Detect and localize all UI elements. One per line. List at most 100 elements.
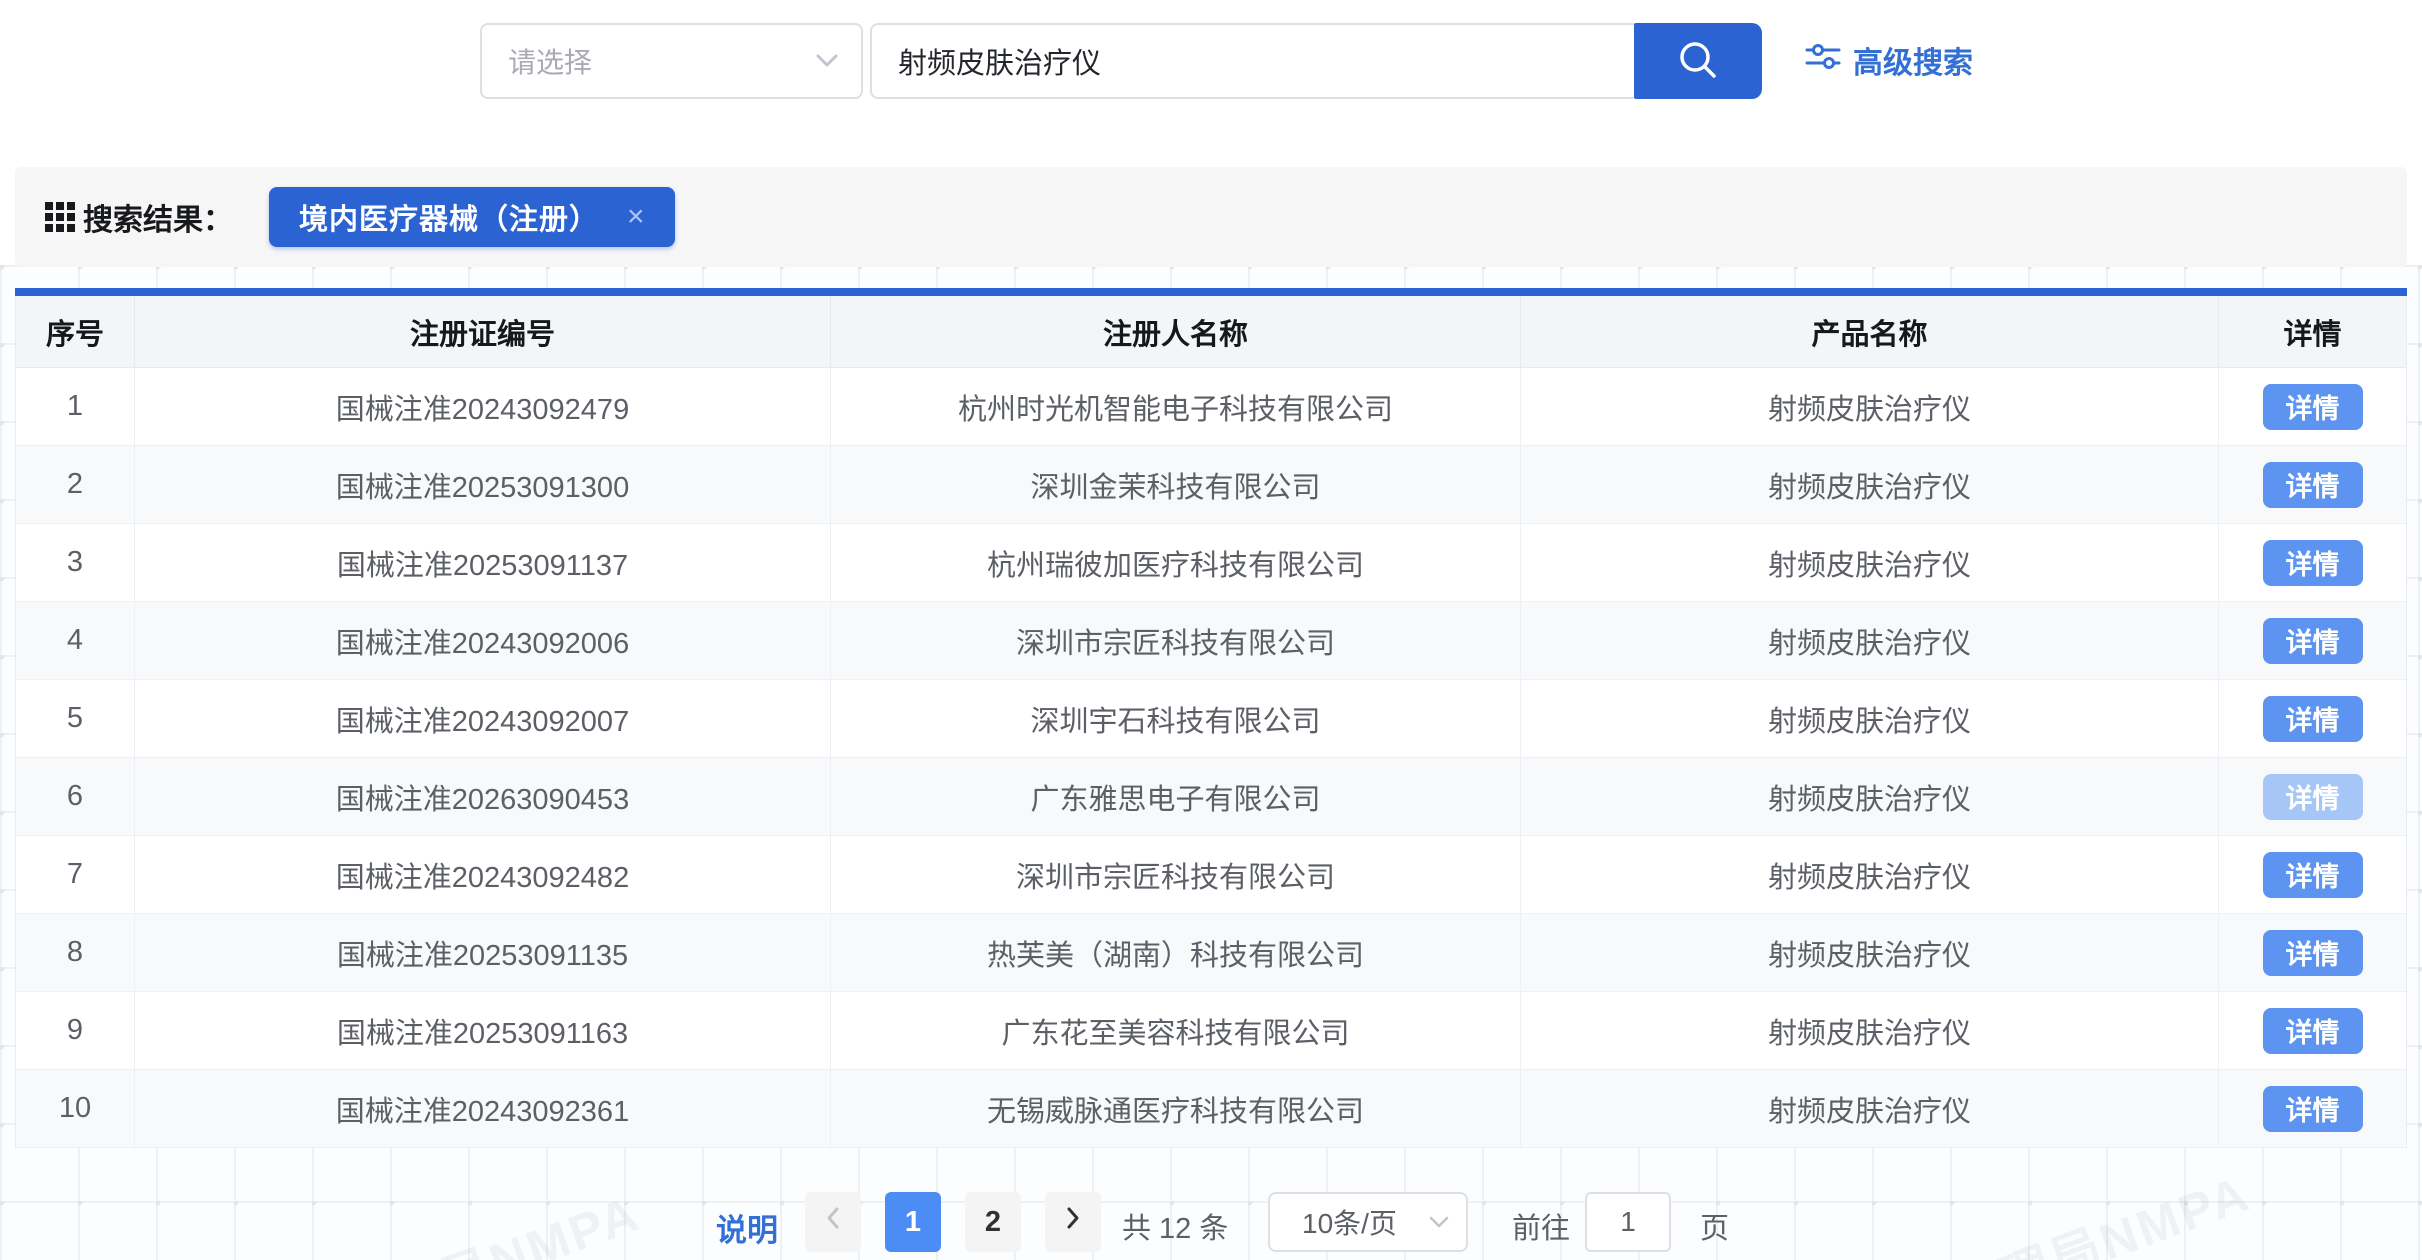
nmpa-watermark: 国家药品监督管理局NMPA xyxy=(30,1174,649,1260)
detail-button[interactable]: 详情 xyxy=(2263,618,2363,664)
detail-button[interactable]: 详情 xyxy=(2263,1008,2363,1054)
header-detail: 详情 xyxy=(2219,296,2406,368)
no-cell: 4 xyxy=(16,602,135,680)
detail-cell: 详情 xyxy=(2219,758,2406,836)
table-row: 7国械注准20243092482深圳市宗匠科技有限公司射频皮肤治疗仪详情 xyxy=(16,836,2406,914)
reg-no-cell: 国械注准20253091163 xyxy=(135,992,831,1070)
detail-cell: 详情 xyxy=(2219,992,2406,1070)
filter-sliders-icon xyxy=(1805,39,1841,81)
goto-page-input[interactable] xyxy=(1585,1192,1671,1252)
tag-close-icon[interactable]: × xyxy=(627,200,645,234)
detail-button[interactable]: 详情 xyxy=(2263,774,2363,820)
detail-button[interactable]: 详情 xyxy=(2263,462,2363,508)
reg-no-cell: 国械注准20243092006 xyxy=(135,602,831,680)
no-cell: 1 xyxy=(16,368,135,446)
registrant-cell: 热芙美（湖南）科技有限公司 xyxy=(831,914,1521,992)
header-reg-no: 注册证编号 xyxy=(135,296,831,368)
registrant-cell: 杭州时光机智能电子科技有限公司 xyxy=(831,368,1521,446)
results-label: 搜索结果： xyxy=(83,195,233,239)
filter-tag[interactable]: 境内医疗器械（注册） × xyxy=(269,187,675,247)
reg-no-cell: 国械注准20243092479 xyxy=(135,368,831,446)
total-count: 共 12 条 xyxy=(1122,1205,1228,1247)
detail-cell: 详情 xyxy=(2219,1070,2406,1148)
product-cell: 射频皮肤治疗仪 xyxy=(1521,1070,2219,1148)
header-product: 产品名称 xyxy=(1521,296,2219,368)
table-row: 6国械注准20263090453广东雅思电子有限公司射频皮肤治疗仪详情 xyxy=(16,758,2406,836)
registrant-cell: 深圳金茉科技有限公司 xyxy=(831,446,1521,524)
table-accent-bar xyxy=(15,288,2407,296)
reg-no-cell: 国械注准20263090453 xyxy=(135,758,831,836)
page: 国家药品监督管理局NMPA 国家药品监督管理局NMPA 国家药品监督管理局NMP… xyxy=(0,0,2422,1260)
no-cell: 9 xyxy=(16,992,135,1070)
goto-label: 前往 xyxy=(1512,1205,1570,1247)
reg-no-cell: 国械注准20253091137 xyxy=(135,524,831,602)
advanced-search-label: 高级搜索 xyxy=(1853,38,1973,82)
no-cell: 8 xyxy=(16,914,135,992)
detail-cell: 详情 xyxy=(2219,524,2406,602)
registrant-cell: 无锡威脉通医疗科技有限公司 xyxy=(831,1070,1521,1148)
category-select[interactable]: 请选择 xyxy=(480,23,863,99)
detail-button[interactable]: 详情 xyxy=(2263,930,2363,976)
table-row: 9国械注准20253091163广东花至美容科技有限公司射频皮肤治疗仪详情 xyxy=(16,992,2406,1070)
advanced-search-link[interactable]: 高级搜索 xyxy=(1805,38,1973,82)
page-button-1[interactable]: 1 xyxy=(885,1192,941,1252)
nmpa-watermark: 国家药品监督管理局NMPA xyxy=(1640,1154,2259,1260)
no-cell: 5 xyxy=(16,680,135,758)
product-cell: 射频皮肤治疗仪 xyxy=(1521,836,2219,914)
table-row: 8国械注准20253091135热芙美（湖南）科技有限公司射频皮肤治疗仪详情 xyxy=(16,914,2406,992)
category-select-placeholder: 请选择 xyxy=(508,41,815,81)
header-no: 序号 xyxy=(16,296,135,368)
page-size-select[interactable]: 10条/页 xyxy=(1268,1192,1468,1252)
registrant-cell: 深圳市宗匠科技有限公司 xyxy=(831,602,1521,680)
detail-button[interactable]: 详情 xyxy=(2263,540,2363,586)
detail-button[interactable]: 详情 xyxy=(2263,384,2363,430)
reg-no-cell: 国械注准20253091300 xyxy=(135,446,831,524)
table-row: 1国械注准20243092479杭州时光机智能电子科技有限公司射频皮肤治疗仪详情 xyxy=(16,368,2406,446)
no-cell: 3 xyxy=(16,524,135,602)
chevron-down-icon xyxy=(1428,1215,1450,1229)
chevron-left-icon xyxy=(824,1205,842,1239)
reg-no-cell: 国械注准20243092482 xyxy=(135,836,831,914)
reg-no-cell: 国械注准20243092007 xyxy=(135,680,831,758)
registrant-cell: 广东花至美容科技有限公司 xyxy=(831,992,1521,1070)
detail-button[interactable]: 详情 xyxy=(2263,1086,2363,1132)
grid-icon xyxy=(45,202,75,232)
goto-suffix: 页 xyxy=(1700,1205,1729,1247)
product-cell: 射频皮肤治疗仪 xyxy=(1521,446,2219,524)
table-row: 5国械注准20243092007深圳宇石科技有限公司射频皮肤治疗仪详情 xyxy=(16,680,2406,758)
chevron-right-icon xyxy=(1064,1205,1082,1239)
no-cell: 10 xyxy=(16,1070,135,1148)
note-link[interactable]: 说明 xyxy=(716,1205,778,1250)
prev-page-button[interactable] xyxy=(805,1192,861,1252)
table-header-row: 序号 注册证编号 注册人名称 产品名称 详情 xyxy=(16,296,2406,368)
results-bar: 搜索结果： 境内医疗器械（注册） × xyxy=(15,167,2407,267)
search-input[interactable] xyxy=(870,23,1634,99)
registrant-cell: 广东雅思电子有限公司 xyxy=(831,758,1521,836)
table-row: 2国械注准20253091300深圳金茉科技有限公司射频皮肤治疗仪详情 xyxy=(16,446,2406,524)
detail-cell: 详情 xyxy=(2219,446,2406,524)
detail-cell: 详情 xyxy=(2219,914,2406,992)
table-row: 3国械注准20253091137杭州瑞彼加医疗科技有限公司射频皮肤治疗仪详情 xyxy=(16,524,2406,602)
detail-button[interactable]: 详情 xyxy=(2263,852,2363,898)
product-cell: 射频皮肤治疗仪 xyxy=(1521,758,2219,836)
product-cell: 射频皮肤治疗仪 xyxy=(1521,602,2219,680)
reg-no-cell: 国械注准20243092361 xyxy=(135,1070,831,1148)
product-cell: 射频皮肤治疗仪 xyxy=(1521,914,2219,992)
detail-cell: 详情 xyxy=(2219,836,2406,914)
detail-cell: 详情 xyxy=(2219,368,2406,446)
detail-button[interactable]: 详情 xyxy=(2263,696,2363,742)
next-page-button[interactable] xyxy=(1045,1192,1101,1252)
search-bar xyxy=(870,23,1762,99)
product-cell: 射频皮肤治疗仪 xyxy=(1521,992,2219,1070)
header-registrant: 注册人名称 xyxy=(831,296,1521,368)
detail-cell: 详情 xyxy=(2219,680,2406,758)
reg-no-cell: 国械注准20253091135 xyxy=(135,914,831,992)
product-cell: 射频皮肤治疗仪 xyxy=(1521,524,2219,602)
table-body: 1国械注准20243092479杭州时光机智能电子科技有限公司射频皮肤治疗仪详情… xyxy=(16,368,2406,1148)
detail-cell: 详情 xyxy=(2219,602,2406,680)
registrant-cell: 深圳宇石科技有限公司 xyxy=(831,680,1521,758)
product-cell: 射频皮肤治疗仪 xyxy=(1521,680,2219,758)
page-button-2[interactable]: 2 xyxy=(965,1192,1021,1252)
search-button[interactable] xyxy=(1634,23,1762,99)
filter-tag-label: 境内医疗器械（注册） xyxy=(299,196,599,238)
